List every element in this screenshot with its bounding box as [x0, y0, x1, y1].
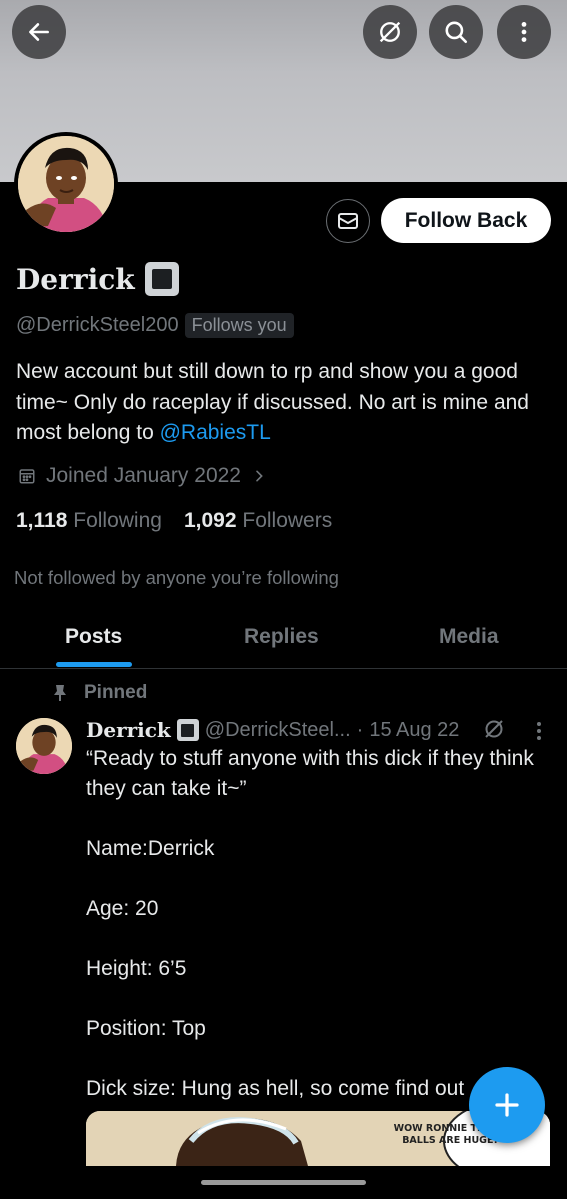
mutual-followers-note: Not followed by anyone you’re following: [14, 567, 339, 588]
mute-button[interactable]: [363, 5, 417, 59]
post-header: Derrick @DerrickSteel... · 15 Aug 22: [86, 718, 459, 742]
post-line: Position: Top: [86, 1017, 206, 1040]
profile-tabs: Posts Replies Media: [0, 610, 567, 669]
more-button[interactable]: [497, 5, 551, 59]
following-count: 1,118: [16, 509, 68, 532]
followers-count-link[interactable]: 1,092 Followers: [184, 509, 332, 533]
post-line: [86, 864, 536, 894]
black-square-emoji: [144, 262, 179, 296]
post-more-icon[interactable]: [529, 720, 549, 742]
gesture-home-bar[interactable]: [201, 1180, 366, 1185]
pinned-text: Pinned: [84, 682, 148, 703]
active-tab-indicator: [56, 662, 132, 667]
chevron-right-icon: [256, 470, 263, 482]
post-line: Name:Derrick: [86, 837, 215, 860]
followers-count: 1,092: [183, 509, 237, 532]
pinned-label-row: Pinned: [52, 682, 147, 704]
post-date[interactable]: 15 Aug 22: [369, 719, 459, 742]
joined-date-row[interactable]: Joined January 2022: [18, 464, 267, 488]
post-line: [86, 984, 536, 1014]
muted-icon[interactable]: [482, 717, 506, 741]
bio-text: New account but still down to rp and sho…: [16, 360, 529, 444]
envelope-icon: [338, 213, 358, 229]
post-text: “Ready to stuff anyone with this dick if…: [86, 744, 536, 1104]
compose-post-button[interactable]: [469, 1067, 545, 1143]
message-button[interactable]: [326, 199, 370, 243]
follow-back-button[interactable]: Follow Back: [381, 198, 551, 243]
user-handle: @DerrickSteel200: [16, 314, 179, 336]
post-line: [86, 1044, 536, 1074]
calendar-icon: [19, 469, 35, 484]
handle-row: @DerrickSteel200 Follows you: [16, 313, 294, 338]
tab-posts[interactable]: Posts: [65, 625, 122, 649]
separator-dot: ·: [356, 718, 364, 741]
profile-avatar[interactable]: [14, 132, 118, 236]
back-button[interactable]: [12, 5, 66, 59]
tab-media[interactable]: Media: [439, 625, 499, 649]
post-line: “Ready to stuff anyone with this dick if…: [86, 747, 534, 800]
joined-text: Joined January 2022: [46, 464, 241, 487]
post-line: Age: 20: [86, 897, 159, 920]
pin-icon: [54, 685, 66, 701]
black-square-emoji: [176, 719, 199, 741]
bio-mention-link[interactable]: @RabiesTL: [160, 421, 271, 444]
avatar-illustration: [16, 718, 72, 774]
display-name-row: Derrick: [16, 262, 179, 296]
followers-label: Followers: [242, 509, 333, 532]
following-label: Following: [73, 509, 162, 532]
search-button[interactable]: [429, 5, 483, 59]
post-author-name[interactable]: Derrick: [86, 718, 171, 742]
post-line: Height: 6’5: [86, 957, 187, 980]
profile-bio: New account but still down to rp and sho…: [16, 357, 546, 449]
arrow-left-icon: [29, 23, 49, 41]
more-vertical-icon: [521, 22, 527, 42]
muted-icon: [379, 21, 401, 43]
plus-icon: [495, 1093, 519, 1117]
post-line: [86, 804, 536, 834]
follows-you-badge: Follows you: [184, 313, 294, 338]
display-name: Derrick: [16, 262, 135, 296]
following-count-link[interactable]: 1,118 Following: [16, 509, 162, 533]
tab-replies[interactable]: Replies: [244, 625, 319, 649]
follow-counts: 1,118 Following 1,092 Followers: [16, 509, 332, 533]
post-line: [86, 924, 536, 954]
post-author-avatar[interactable]: [16, 718, 72, 774]
search-icon: [445, 21, 468, 44]
avatar-illustration: [18, 136, 114, 232]
post-author-handle[interactable]: @DerrickSteel...: [205, 719, 351, 742]
